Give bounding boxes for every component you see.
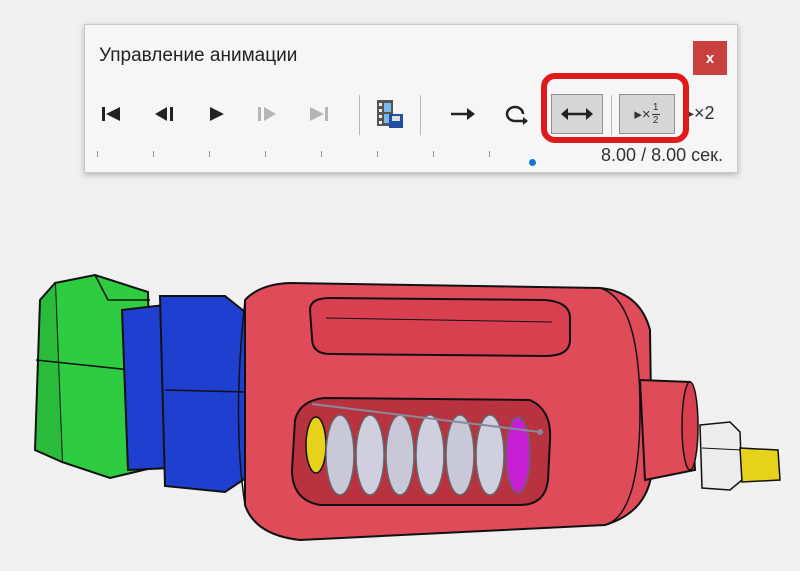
play-button[interactable]: [197, 91, 237, 137]
timeline-slider-knob[interactable]: [529, 159, 536, 166]
film-save-icon: [377, 100, 403, 128]
slider-tick: [153, 151, 154, 157]
slider-tick: [377, 151, 378, 157]
toolbar-separator: [359, 95, 360, 135]
loop-icon: [505, 105, 528, 125]
animation-control-panel: Управление анимации x ▸× 1 2 ▸×2 8.00 / …: [84, 24, 738, 173]
step-back-icon: [155, 107, 173, 121]
arrow-right-icon: [451, 108, 475, 120]
play-once-button[interactable]: [443, 91, 483, 137]
time-readout: 8.00 / 8.00 сек.: [601, 145, 723, 165]
slider-tick: [265, 151, 266, 157]
step-back-button[interactable]: [145, 91, 185, 137]
skip-to-end-icon: [310, 107, 328, 121]
panel-title: Управление анимации: [99, 45, 298, 66]
skip-to-start-icon: [102, 107, 120, 121]
slider-tick: [97, 151, 98, 157]
step-forward-icon: [258, 107, 276, 121]
highlight-box: [541, 73, 689, 143]
slider-tick: [489, 151, 490, 157]
save-video-button[interactable]: [370, 91, 410, 137]
toolbar-separator: [420, 95, 421, 135]
slider-tick: [209, 151, 210, 157]
collar-blue: [120, 295, 248, 494]
go-to-end-button[interactable]: [299, 91, 339, 137]
step-forward-button[interactable]: [247, 91, 287, 137]
slider-tick: [321, 151, 322, 157]
loop-button[interactable]: [495, 91, 535, 137]
play-icon: [210, 107, 224, 121]
double-speed-button[interactable]: ▸×2: [685, 103, 715, 124]
end-cap-red: [638, 378, 699, 482]
body-cylinder-red: [237, 281, 654, 542]
slider-tick: [433, 151, 434, 157]
fitting: [699, 421, 781, 491]
close-button[interactable]: x: [693, 41, 727, 75]
go-to-start-button[interactable]: [91, 91, 131, 137]
timeline-slider[interactable]: [97, 151, 537, 163]
